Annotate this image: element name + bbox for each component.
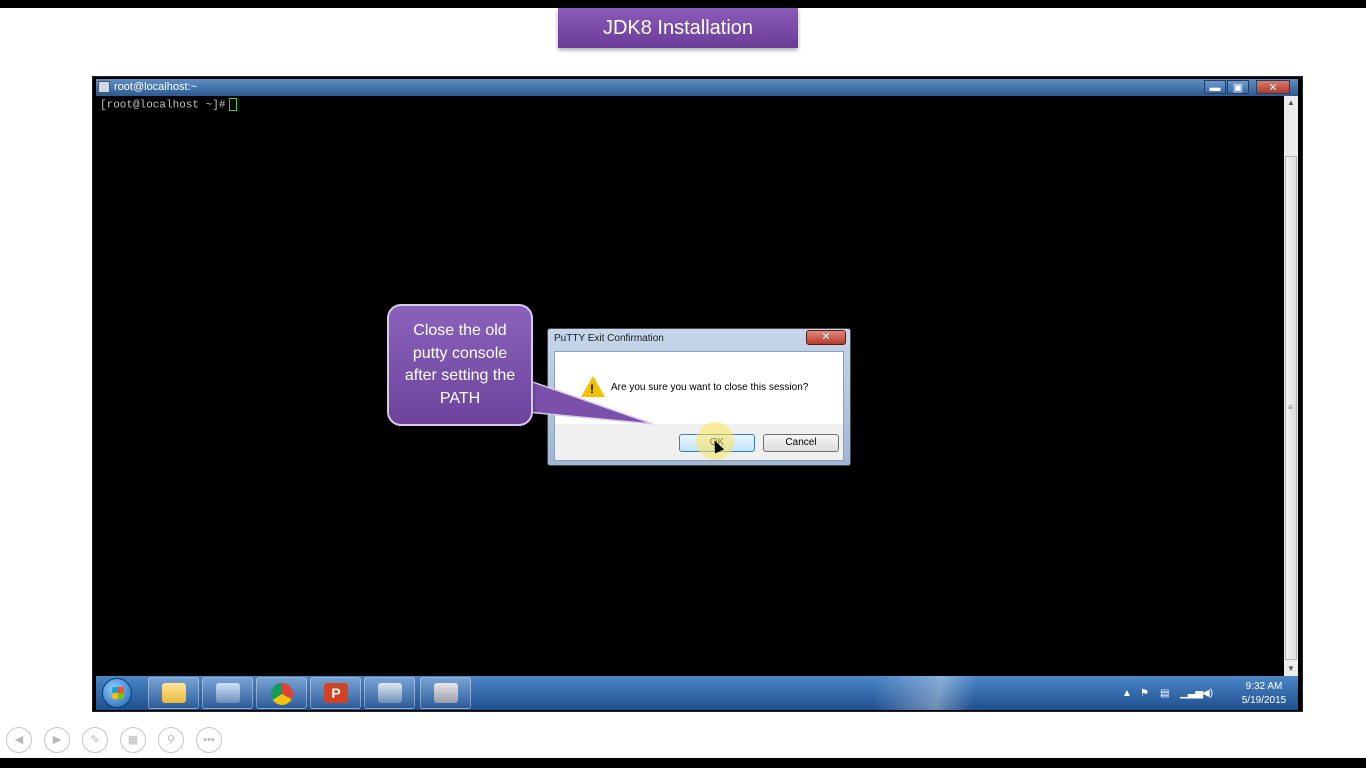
maximize-button[interactable]: ▣ — [1227, 80, 1249, 94]
more-options-icon[interactable]: ••• — [196, 727, 222, 753]
start-button[interactable] — [102, 678, 132, 708]
vertical-scrollbar[interactable]: ▲ ≡ ▼ — [1284, 96, 1298, 676]
dialog-close-button[interactable]: ✕ — [806, 330, 846, 345]
bottom-black-bar — [0, 758, 1366, 768]
tray-expand-icon[interactable]: ▲ — [1122, 688, 1132, 699]
network-signal-icon[interactable]: ▁▃▅ — [1180, 688, 1203, 699]
taskbar: P ▲ ⚑ ▤ ▁▃▅ ◀) 9:32 AM 5/19/2015 — [96, 676, 1298, 710]
text-editor-icon — [216, 683, 240, 703]
callout-bubble: Close the old putty console after settin… — [387, 304, 533, 426]
volume-icon[interactable]: ◀) — [1202, 688, 1213, 699]
terminal-prompt-line: [root@localhost ~]# — [100, 98, 238, 112]
terminal-prompt: [root@localhost ~]# — [100, 99, 226, 112]
device-icon[interactable]: ▤ — [1160, 688, 1169, 699]
zoom-icon[interactable]: ⚲ — [158, 727, 184, 753]
scroll-grip-icon: ≡ — [1288, 403, 1293, 412]
clock-date[interactable]: 5/19/2015 — [1234, 695, 1294, 706]
cancel-button[interactable]: Cancel — [763, 434, 839, 452]
putty-icon — [98, 81, 110, 93]
pen-icon[interactable]: ✎ — [82, 727, 108, 753]
callout-text: Close the old putty console after settin… — [404, 322, 516, 407]
putty-window-title: root@localhost:~ — [114, 81, 198, 93]
text-cursor — [229, 98, 238, 111]
slides-icon[interactable]: ▦ — [120, 727, 146, 753]
callout-pointer — [527, 379, 654, 425]
putty-taskbar-icon — [434, 683, 458, 703]
windows-logo-icon — [112, 687, 124, 699]
putty-titlebar[interactable]: root@localhost:~ ▬ ▣ ✕ — [96, 79, 1298, 96]
folder-icon — [162, 683, 186, 703]
taskbar-item-putty[interactable] — [420, 677, 471, 709]
taskbar-item-editor[interactable] — [202, 677, 253, 709]
previous-slide-icon[interactable]: ◀ — [6, 727, 32, 753]
network-tool-icon — [378, 683, 402, 703]
taskbar-item-explorer[interactable] — [148, 677, 199, 709]
taskbar-item-network[interactable] — [364, 677, 415, 709]
scroll-down-icon[interactable]: ▼ — [1284, 662, 1298, 676]
taskbar-item-chrome[interactable] — [256, 677, 307, 709]
top-black-bar — [0, 0, 1366, 8]
minimize-button[interactable]: ▬ — [1204, 80, 1226, 94]
taskbar-item-powerpoint[interactable]: P — [310, 677, 361, 709]
scroll-up-icon[interactable]: ▲ — [1284, 96, 1298, 110]
action-center-flag-icon[interactable]: ⚑ — [1140, 688, 1149, 699]
window-close-button[interactable]: ✕ — [1256, 80, 1290, 94]
powerpoint-icon: P — [324, 683, 348, 703]
dialog-title: PuTTY Exit Confirmation — [554, 333, 664, 344]
slide-title: JDK8 Installation — [558, 8, 798, 48]
system-tray: ▲ ⚑ ▤ ▁▃▅ ◀) 9:32 AM 5/19/2015 — [1118, 676, 1298, 710]
next-slide-icon[interactable]: ▶ — [44, 727, 70, 753]
chrome-icon — [271, 683, 293, 705]
scroll-thumb[interactable]: ≡ — [1285, 156, 1297, 660]
taskbar-shine — [876, 676, 1016, 710]
clock-time[interactable]: 9:32 AM — [1234, 681, 1294, 692]
